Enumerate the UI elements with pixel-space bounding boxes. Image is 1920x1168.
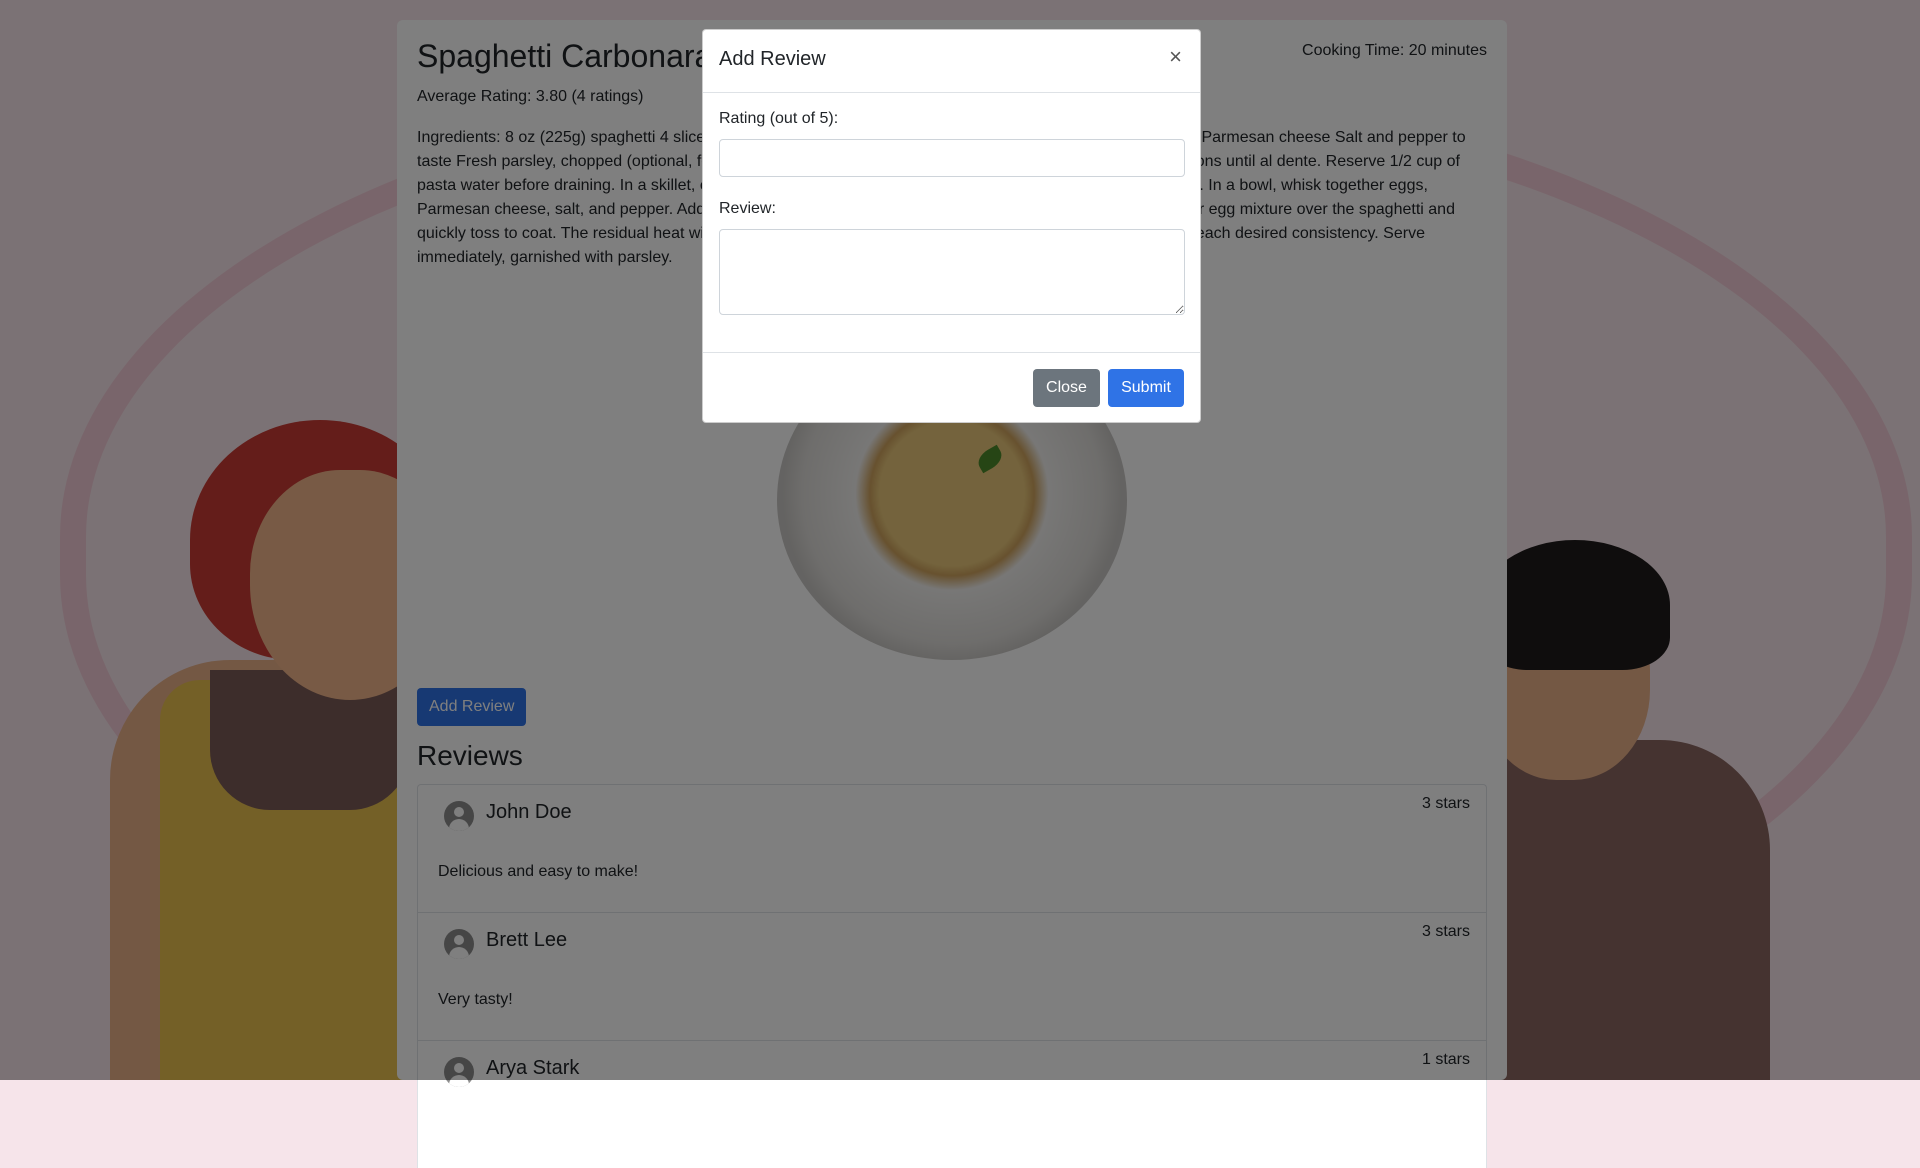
review-label: Review: [719, 200, 776, 217]
add-review-modal: Add Review × Rating (out of 5): Review: … [702, 29, 1201, 423]
modal-header: Add Review × [703, 30, 1200, 93]
rating-input[interactable] [719, 139, 1185, 177]
submit-button[interactable]: Submit [1108, 369, 1184, 407]
close-button[interactable]: Close [1033, 369, 1100, 407]
review-textarea[interactable] [719, 229, 1185, 315]
modal-title: Add Review [719, 48, 826, 70]
modal-body: Rating (out of 5): Review: [719, 92, 1185, 382]
close-icon[interactable]: × [1165, 44, 1186, 70]
rating-label: Rating (out of 5): [719, 110, 839, 127]
modal-footer: Close Submit [703, 352, 1200, 422]
